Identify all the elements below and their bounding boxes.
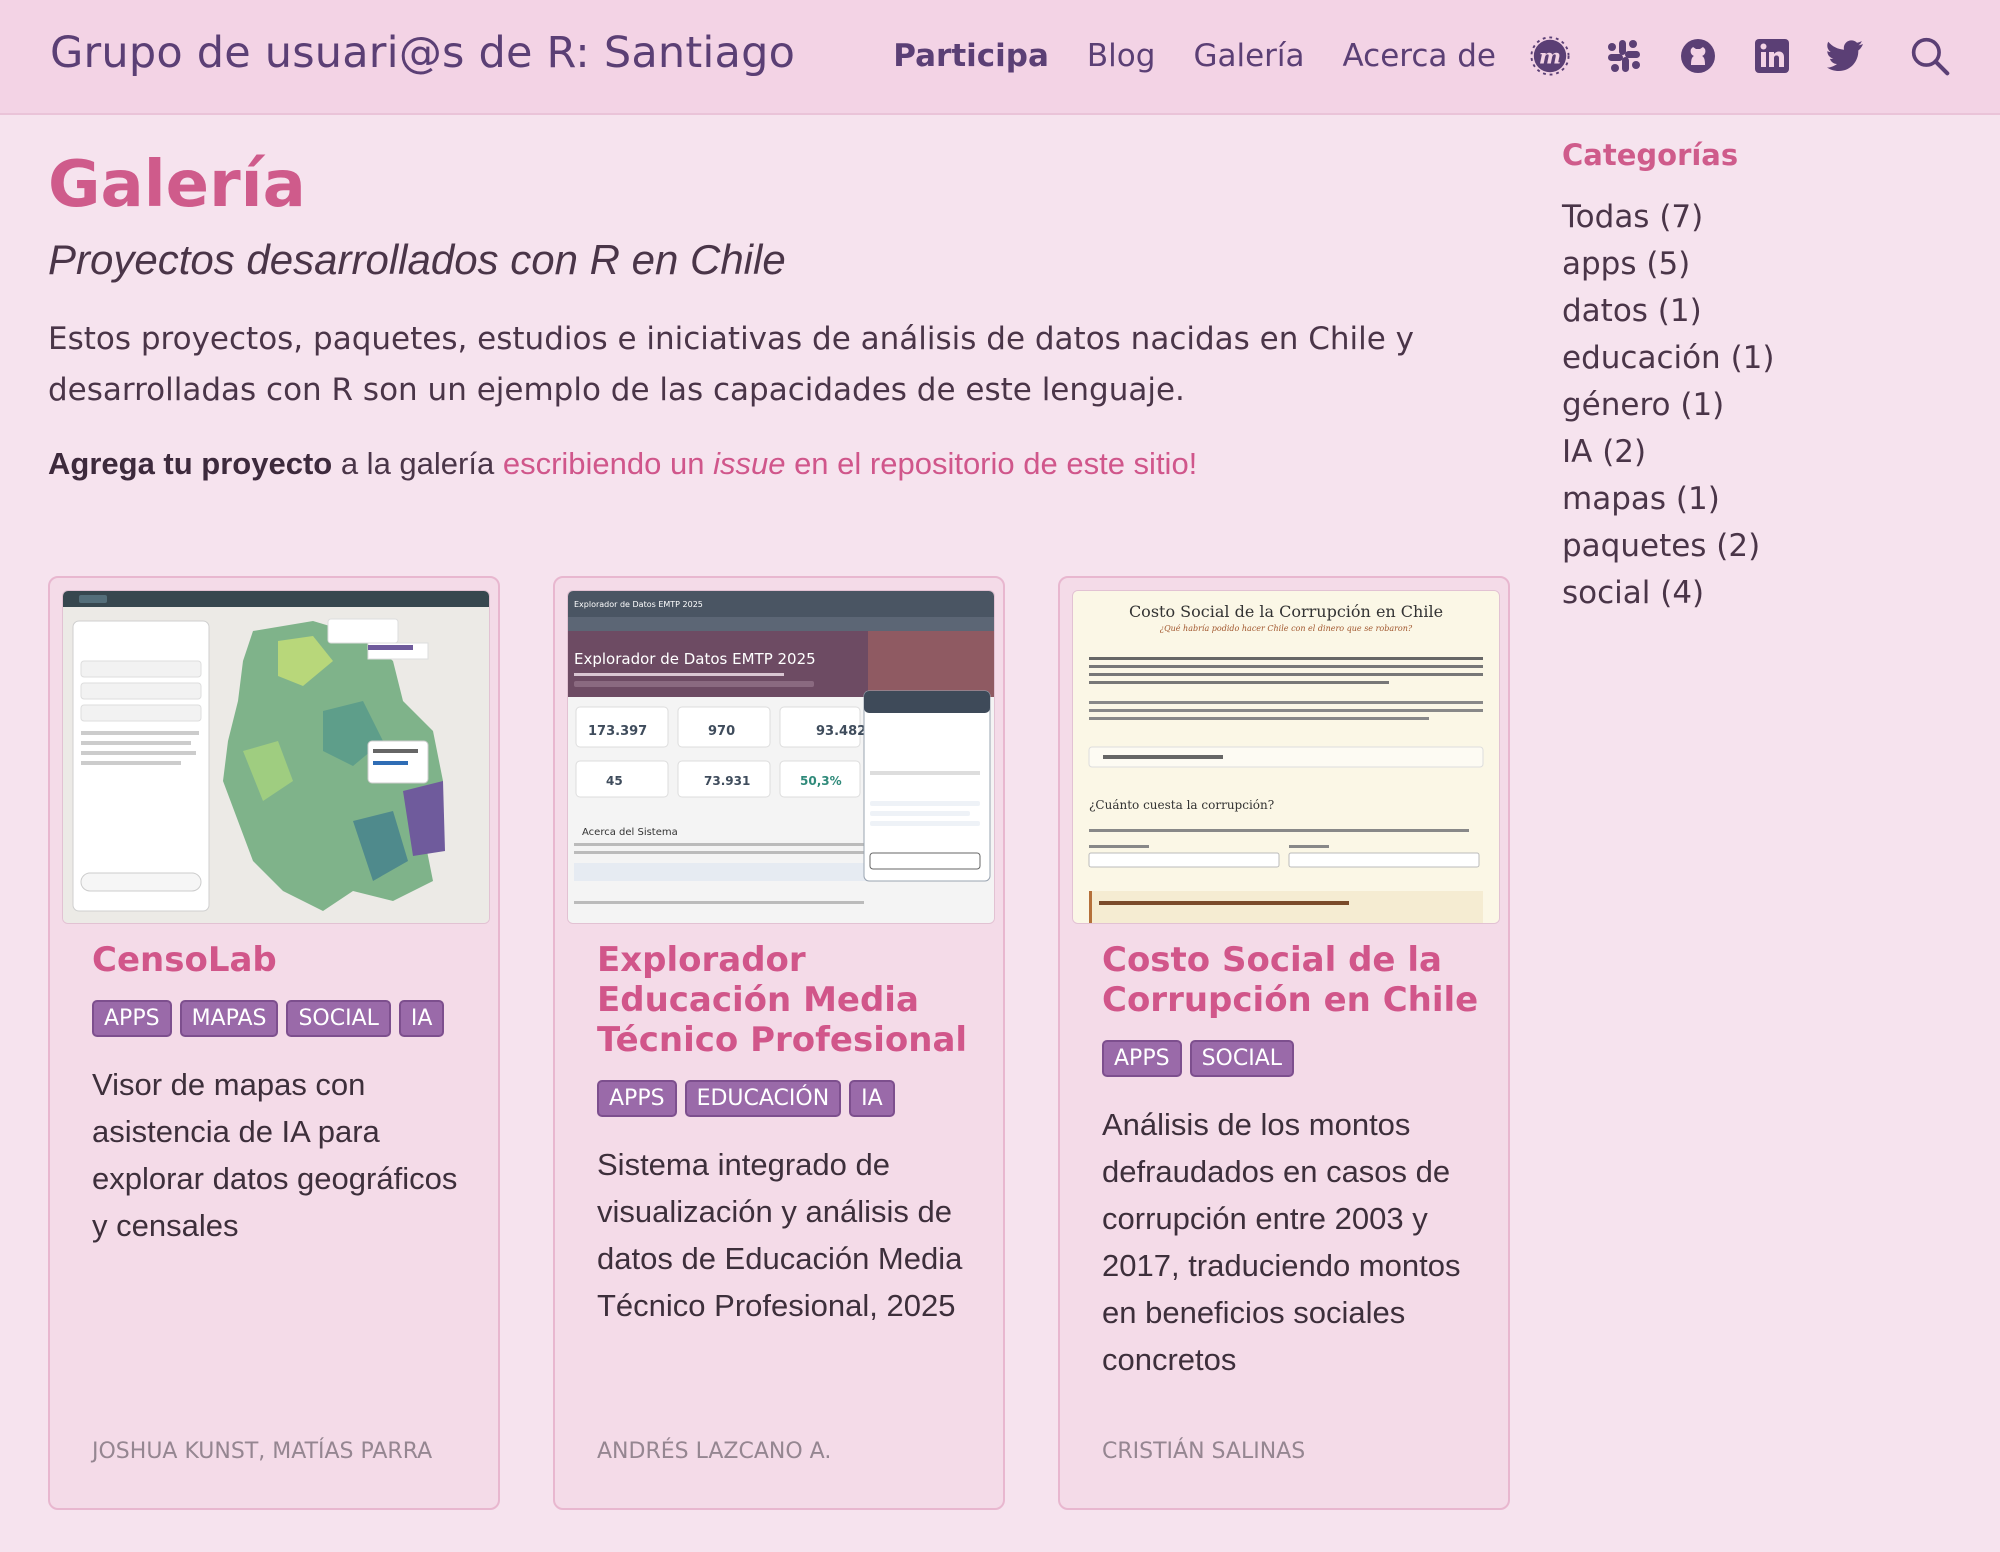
card-thumbnail[interactable]	[62, 590, 490, 924]
add-project-text: a la galería	[332, 446, 503, 482]
card-tags: APPS MAPAS SOCIAL IA	[92, 1000, 477, 1037]
category-list: Todas (7) apps (5) datos (1) educación (…	[1562, 194, 1962, 617]
add-project-link[interactable]: escribiendo un issue en el repositorio d…	[503, 446, 1197, 481]
thumb-stat-6: 50,3%	[800, 774, 842, 788]
slack-icon[interactable]	[1604, 36, 1644, 76]
add-project-link-part: escribiendo un	[502, 446, 714, 482]
gallery-card-corrupcion[interactable]: Costo Social de la Corrupción en Chile ¿…	[1058, 576, 1510, 1510]
main-content: Galería Proyectos desarrollados con R en…	[48, 150, 1518, 482]
sidebar-title: Categorías	[1562, 138, 1739, 172]
linkedin-icon[interactable]	[1752, 36, 1792, 76]
card-author: CRISTIÁN SALINAS	[1102, 1439, 1306, 1464]
category-item-ia[interactable]: IA (2)	[1562, 429, 1962, 476]
add-project-link-part: en el repositorio de este sitio!	[785, 446, 1198, 482]
thumb-stat-2: 970	[708, 724, 735, 739]
thumb-title: Costo Social de la Corrupción en Chile	[1129, 602, 1443, 621]
tag-ia[interactable]: IA	[398, 1000, 445, 1037]
category-item-genero[interactable]: género (1)	[1562, 382, 1962, 429]
card-body: Costo Social de la Corrupción en Chile A…	[1102, 940, 1487, 1383]
card-description: Sistema integrado de visualización y aná…	[597, 1147, 963, 1323]
thumb-stat-5: 73.931	[704, 774, 750, 788]
nav-link-acerca[interactable]: Acerca de	[1343, 38, 1497, 74]
page-title: Galería	[48, 148, 306, 222]
category-item-mapas[interactable]: mapas (1)	[1562, 476, 1962, 523]
tag-social[interactable]: SOCIAL	[1189, 1040, 1294, 1077]
categories-sidebar: Categorías Todas (7) apps (5) datos (1) …	[1562, 138, 1962, 617]
gallery-cards: CensoLab APPS MAPAS SOCIAL IA Visor de m…	[48, 576, 1513, 1512]
category-item-social[interactable]: social (4)	[1562, 570, 1962, 617]
nav-links: Participa Blog Galería Acerca de m	[855, 28, 1950, 84]
card-body: CensoLab APPS MAPAS SOCIAL IA Visor de m…	[92, 940, 477, 1249]
add-project-bold: Agrega tu proyecto	[48, 446, 333, 482]
site-brand[interactable]: Grupo de usuari@s de R: Santiago	[50, 28, 795, 78]
card-title[interactable]: Costo Social de la Corrupción en Chile	[1102, 940, 1487, 1020]
card-tags: APPS EDUCACIÓN IA	[597, 1080, 982, 1117]
nav-link-participa[interactable]: Participa	[893, 38, 1049, 74]
tag-apps[interactable]: APPS	[597, 1080, 677, 1117]
add-project-line: Agrega tu proyecto a la galería escribie…	[48, 446, 1518, 482]
category-item-paquetes[interactable]: paquetes (2)	[1562, 523, 1962, 570]
github-icon[interactable]	[1678, 36, 1718, 76]
thumb-stat-1: 173.397	[588, 724, 647, 739]
add-project-link-italic: issue	[713, 446, 786, 482]
card-thumbnail[interactable]: Explorador de Datos EMTP 2025 Explorador…	[567, 590, 995, 924]
category-item-educacion[interactable]: educación (1)	[1562, 335, 1962, 382]
thumb-header-small: Explorador de Datos EMTP 2025	[574, 600, 703, 609]
thumb-stat-3: 93.482	[816, 724, 866, 739]
card-tags: APPS SOCIAL	[1102, 1040, 1487, 1077]
tag-educacion[interactable]: EDUCACIÓN	[684, 1080, 842, 1117]
category-item-apps[interactable]: apps (5)	[1562, 241, 1962, 288]
tag-apps[interactable]: APPS	[1102, 1040, 1182, 1077]
gallery-card-emtp[interactable]: Explorador de Datos EMTP 2025 Explorador…	[553, 576, 1005, 1510]
search-icon[interactable]	[1910, 36, 1950, 76]
thumb-question: ¿Cuánto cuesta la corrupción?	[1089, 798, 1274, 812]
thumb-stat-4: 45	[606, 774, 623, 788]
svg-text:m: m	[1539, 44, 1561, 69]
category-item-todas[interactable]: Todas (7)	[1562, 194, 1962, 241]
card-title[interactable]: Explorador Educación Media Técnico Profe…	[597, 940, 982, 1060]
thumb-section: Acerca del Sistema	[582, 827, 678, 838]
card-title[interactable]: CensoLab	[92, 940, 477, 980]
card-description: Análisis de los montos defraudados en ca…	[1102, 1107, 1461, 1377]
tag-apps[interactable]: APPS	[92, 1000, 172, 1037]
card-author: JOSHUA KUNST, MATÍAS PARRA	[92, 1439, 433, 1464]
card-author: ANDRÉS LAZCANO A.	[597, 1439, 832, 1464]
nav-link-galeria[interactable]: Galería	[1193, 38, 1304, 74]
tag-social[interactable]: SOCIAL	[286, 1000, 391, 1037]
navbar: Grupo de usuari@s de R: Santiago Partici…	[0, 0, 2000, 115]
card-thumbnail[interactable]: Costo Social de la Corrupción en Chile ¿…	[1072, 590, 1500, 924]
category-item-datos[interactable]: datos (1)	[1562, 288, 1962, 335]
tag-mapas[interactable]: MAPAS	[179, 1000, 279, 1037]
meetup-icon[interactable]: m	[1530, 36, 1570, 76]
thumb-header: Explorador de Datos EMTP 2025	[574, 650, 816, 668]
thumb-subtitle: ¿Qué habría podido hacer Chile con el di…	[1160, 624, 1413, 633]
page-description: Estos proyectos, paquetes, estudios e in…	[48, 321, 1415, 409]
twitter-icon[interactable]	[1826, 36, 1866, 76]
gallery-card-censolab[interactable]: CensoLab APPS MAPAS SOCIAL IA Visor de m…	[48, 576, 500, 1510]
page-subtitle: Proyectos desarrollados con R en Chile	[48, 236, 786, 284]
card-body: Explorador Educación Media Técnico Profe…	[597, 940, 982, 1329]
nav-link-blog[interactable]: Blog	[1087, 38, 1156, 74]
card-description: Visor de mapas con asistencia de IA para…	[92, 1067, 458, 1243]
tag-ia[interactable]: IA	[849, 1080, 895, 1117]
